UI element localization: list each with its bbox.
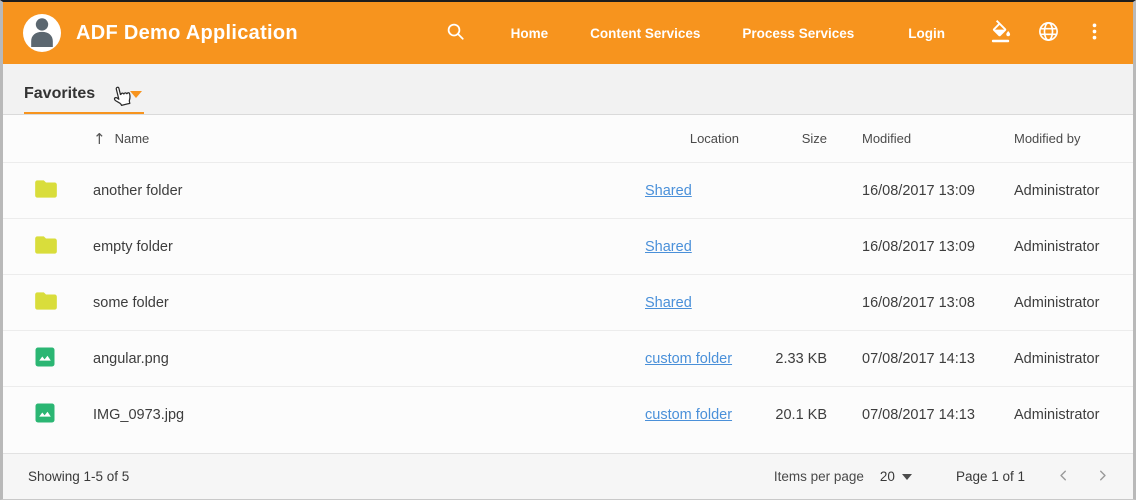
file-name: another folder — [93, 183, 645, 199]
file-name: IMG_0973.jpg — [93, 407, 645, 423]
kebab-menu-icon — [1084, 21, 1105, 45]
view-toolbar: Favorites — [3, 64, 1133, 115]
search-button[interactable] — [435, 15, 476, 51]
header-actions — [980, 14, 1115, 52]
chevron-right-icon — [1094, 467, 1111, 487]
search-icon — [445, 21, 466, 45]
nav-link-home[interactable]: Home — [490, 16, 570, 51]
file-name: some folder — [93, 295, 645, 311]
folder-icon — [33, 288, 59, 318]
app-title: ADF Demo Application — [76, 22, 298, 45]
globe-icon — [1037, 20, 1060, 46]
location-link[interactable]: Shared — [645, 239, 692, 255]
column-header-location[interactable]: Location — [645, 131, 757, 146]
file-name: angular.png — [93, 351, 645, 367]
favorites-dropdown[interactable]: Favorites — [24, 85, 144, 114]
column-header-modified[interactable]: Modified — [829, 131, 1007, 146]
main-nav: Home Content Services Process Services L… — [490, 16, 980, 51]
theme-color-button[interactable] — [980, 14, 1023, 52]
chevron-left-icon — [1055, 467, 1072, 487]
paginator: Showing 1-5 of 5 Items per page 20 Page … — [3, 453, 1133, 499]
modified-by: Administrator — [1007, 407, 1109, 423]
table-row[interactable]: empty folder Shared 16/08/2017 13:09 Adm… — [3, 218, 1133, 274]
dropdown-caret-icon — [130, 91, 142, 98]
location-link[interactable]: Shared — [645, 183, 692, 199]
modified-by: Administrator — [1007, 239, 1109, 255]
sort-ascending-icon: ↑ — [93, 130, 106, 148]
showing-count: Showing 1-5 of 5 — [28, 469, 129, 484]
nav-link-process-services[interactable]: Process Services — [721, 16, 875, 51]
file-size: 2.33 KB — [757, 351, 829, 367]
table-row[interactable]: another folder Shared 16/08/2017 13:09 A… — [3, 162, 1133, 218]
nav-link-content-services[interactable]: Content Services — [569, 16, 721, 51]
table-row[interactable]: some folder Shared 16/08/2017 13:08 Admi… — [3, 274, 1133, 330]
more-options-button[interactable] — [1074, 15, 1115, 51]
documents-table: ↑ Name Location Size Modified Modified b… — [3, 115, 1133, 453]
modified-by: Administrator — [1007, 183, 1109, 199]
table-row[interactable]: IMG_0973.jpg custom folder 20.1 KB 07/08… — [3, 386, 1133, 442]
file-name: empty folder — [93, 239, 645, 255]
column-header-size[interactable]: Size — [757, 131, 829, 146]
modified-date: 16/08/2017 13:09 — [829, 239, 1007, 255]
location-link[interactable]: custom folder — [645, 407, 732, 423]
items-per-page-select[interactable]: 20 — [878, 463, 914, 490]
image-file-icon — [33, 401, 57, 429]
color-fill-icon — [990, 20, 1013, 46]
previous-page-button[interactable] — [1051, 463, 1076, 491]
modified-date: 16/08/2017 13:08 — [829, 295, 1007, 311]
table-header-row: ↑ Name Location Size Modified Modified b… — [3, 115, 1133, 162]
modified-date: 16/08/2017 13:09 — [829, 183, 1007, 199]
folder-icon — [33, 232, 59, 262]
language-button[interactable] — [1027, 14, 1070, 52]
column-header-name[interactable]: ↑ Name — [93, 130, 645, 148]
table-row[interactable]: angular.png custom folder 2.33 KB 07/08/… — [3, 330, 1133, 386]
next-page-button[interactable] — [1090, 463, 1115, 491]
folder-icon — [33, 176, 59, 206]
select-caret-icon — [902, 474, 912, 480]
user-avatar[interactable] — [23, 14, 61, 52]
page-status: Page 1 of 1 — [956, 469, 1025, 484]
location-link[interactable]: Shared — [645, 295, 692, 311]
items-per-page-label: Items per page — [774, 469, 864, 484]
modified-by: Administrator — [1007, 295, 1109, 311]
nav-link-login[interactable]: Login — [887, 16, 966, 51]
modified-date: 07/08/2017 14:13 — [829, 407, 1007, 423]
location-link[interactable]: custom folder — [645, 351, 732, 367]
image-file-icon — [33, 345, 57, 373]
favorites-label: Favorites — [24, 85, 95, 103]
app-window: ADF Demo Application Home Content Servic… — [0, 0, 1136, 500]
file-size: 20.1 KB — [757, 407, 829, 423]
person-icon — [23, 14, 61, 52]
items-per-page-value: 20 — [880, 469, 895, 484]
modified-by: Administrator — [1007, 351, 1109, 367]
modified-date: 07/08/2017 14:13 — [829, 351, 1007, 367]
app-header: ADF Demo Application Home Content Servic… — [3, 2, 1133, 64]
column-header-modified-by[interactable]: Modified by — [1007, 131, 1109, 146]
